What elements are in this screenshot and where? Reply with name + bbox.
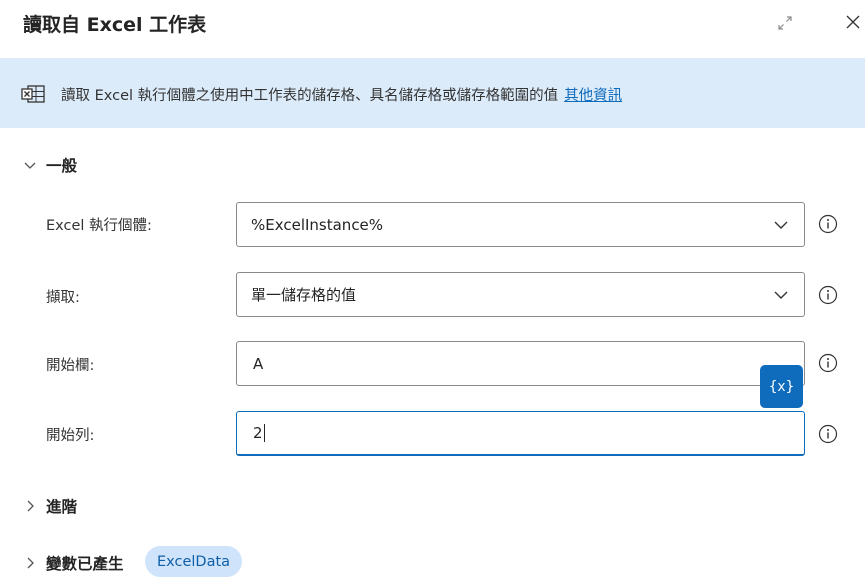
text-caret (263, 424, 265, 442)
start-column-label: 開始欄: (46, 358, 95, 374)
start-row-label: 開始列: (46, 428, 95, 444)
section-general-header[interactable]: 一般 (22, 154, 77, 176)
retrieve-dropdown[interactable]: 單一儲存格的值 (236, 272, 805, 317)
chevron-down-icon (774, 291, 788, 299)
chevron-down-icon (774, 221, 788, 229)
info-icon[interactable] (818, 285, 838, 305)
section-advanced-label: 進階 (46, 498, 78, 516)
start-column-input[interactable]: A (236, 341, 805, 386)
excel-icon (21, 85, 45, 103)
dialog-title: 讀取自 Excel 工作表 (23, 14, 207, 36)
close-icon[interactable] (843, 12, 863, 32)
section-variables-header[interactable]: 變數已產生 (22, 552, 124, 574)
start-row-value: 2 (253, 424, 263, 442)
start-column-value: A (253, 354, 264, 373)
start-row-input[interactable]: 2 (236, 411, 805, 456)
info-icon[interactable] (818, 424, 838, 444)
chevron-down-icon (24, 162, 36, 169)
variable-picker-button[interactable]: {x} (760, 365, 803, 408)
section-variables-label: 變數已產生 (46, 555, 124, 573)
excel-instance-value: %ExcelInstance% (251, 215, 384, 234)
info-icon[interactable] (818, 353, 838, 373)
banner-message-row: 讀取 Excel 執行個體之使用中工作表的儲存格、具名儲存格或儲存格範圍的值 其他… (61, 84, 622, 105)
info-icon[interactable] (818, 214, 838, 234)
retrieve-value: 單一儲存格的值 (251, 286, 357, 304)
variable-badge-exceldata[interactable]: ExcelData (145, 546, 243, 577)
section-advanced-header[interactable]: 進階 (22, 495, 77, 517)
section-general-label: 一般 (46, 157, 78, 175)
chevron-right-icon (27, 500, 34, 512)
excel-instance-dropdown[interactable]: %ExcelInstance% (236, 202, 805, 247)
retrieve-label: 擷取: (46, 290, 80, 306)
excel-instance-label: Excel 執行個體: (46, 218, 152, 234)
expand-icon[interactable] (776, 14, 794, 32)
more-info-link[interactable]: 其他資訊 (564, 88, 622, 104)
info-banner: 讀取 Excel 執行個體之使用中工作表的儲存格、具名儲存格或儲存格範圍的值 其他… (0, 58, 865, 128)
chevron-right-icon (27, 557, 34, 569)
banner-message: 讀取 Excel 執行個體之使用中工作表的儲存格、具名儲存格或儲存格範圍的值 (61, 88, 559, 104)
